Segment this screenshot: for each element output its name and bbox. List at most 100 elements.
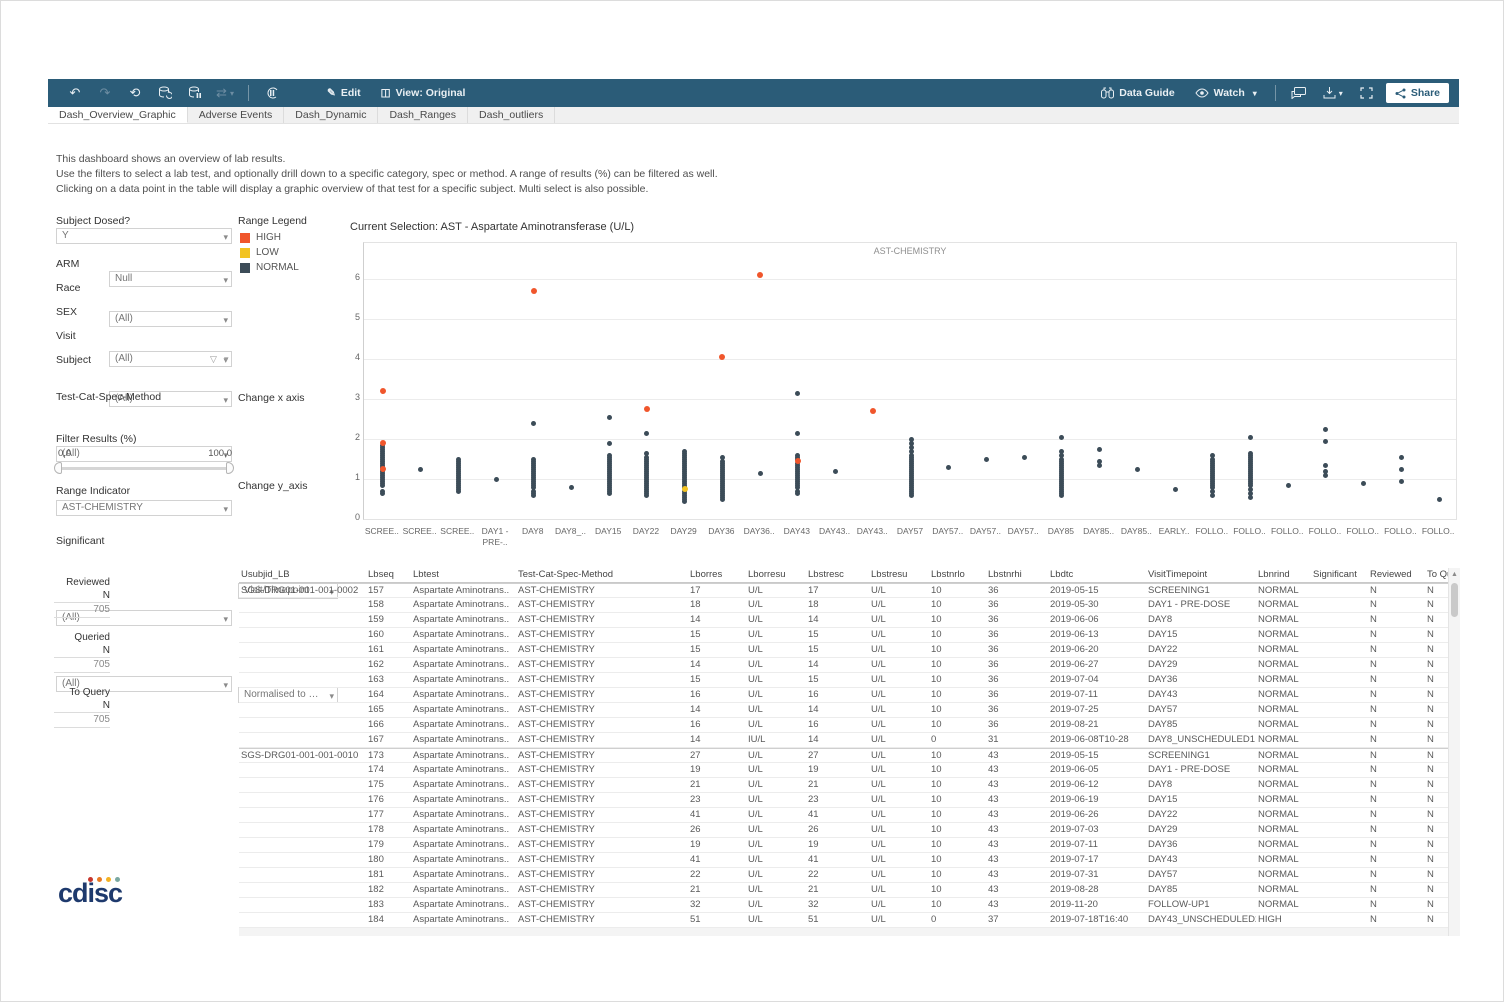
table-cell[interactable]: AST-CHEMISTRY	[516, 898, 688, 912]
data-point-normal[interactable]	[1286, 483, 1291, 488]
table-cell[interactable]: N	[1425, 673, 1448, 687]
data-guide-button[interactable]: Data Guide	[1101, 87, 1174, 99]
table-cell[interactable]: N	[1425, 808, 1448, 822]
data-point-normal[interactable]	[1097, 459, 1102, 464]
x-tick[interactable]: DAY1 - PRE-..	[476, 526, 514, 548]
column-header-significant[interactable]: Significant	[1311, 568, 1368, 582]
table-cell[interactable]	[1311, 643, 1368, 657]
table-cell[interactable]: 183	[366, 898, 411, 912]
data-point-normal[interactable]	[607, 441, 612, 446]
table-cell[interactable]: SCREENING1	[1146, 584, 1256, 597]
table-cell[interactable]: 14	[806, 613, 869, 627]
data-point-normal[interactable]	[1361, 481, 1366, 486]
table-cell[interactable]: 167	[366, 733, 411, 747]
data-point-normal[interactable]	[607, 453, 612, 458]
table-cell[interactable]: 181	[366, 868, 411, 882]
table-cell[interactable]: N	[1368, 749, 1425, 762]
counter-value[interactable]: 705	[54, 713, 110, 728]
table-cell[interactable]: 37	[986, 913, 1048, 927]
table-cell[interactable]: Aspartate Aminotrans..	[411, 793, 516, 807]
data-point-normal[interactable]	[1323, 463, 1328, 468]
table-cell[interactable]: IU/L	[746, 733, 806, 747]
table-cell[interactable]: 14	[806, 703, 869, 717]
table-cell[interactable]: N	[1425, 913, 1448, 927]
table-cell[interactable]: Aspartate Aminotrans..	[411, 703, 516, 717]
table-cell[interactable]: AST-CHEMISTRY	[516, 838, 688, 852]
table-cell[interactable]: 21	[688, 883, 746, 897]
table-cell[interactable]: DAY8	[1146, 613, 1256, 627]
table-cell[interactable]: N	[1425, 584, 1448, 597]
table-row[interactable]: 178Aspartate Aminotrans..AST-CHEMISTRY26…	[239, 823, 1448, 838]
table-cell[interactable]: 43	[986, 778, 1048, 792]
table-cell[interactable]: 10	[929, 868, 986, 882]
table-cell[interactable]: U/L	[746, 598, 806, 612]
table-cell[interactable]: 36	[986, 628, 1048, 642]
table-cell[interactable]: 36	[986, 598, 1048, 612]
table-cell[interactable]: DAY36	[1146, 838, 1256, 852]
table-cell[interactable]: 14	[688, 703, 746, 717]
table-cell[interactable]: N	[1368, 584, 1425, 597]
table-cell[interactable]: N	[1425, 838, 1448, 852]
table-cell[interactable]: DAY57	[1146, 703, 1256, 717]
data-point-high[interactable]	[380, 440, 386, 446]
table-cell[interactable]: N	[1425, 823, 1448, 837]
column-header-visittimepoint[interactable]: VisitTimepoint	[1146, 568, 1256, 582]
data-point-normal[interactable]	[531, 421, 536, 426]
table-cell[interactable]: DAY57	[1146, 868, 1256, 882]
table-cell[interactable]: 2019-06-13	[1048, 628, 1146, 642]
table-cell[interactable]: NORMAL	[1256, 658, 1311, 672]
data-point-normal[interactable]	[833, 469, 838, 474]
data-point-low[interactable]	[682, 486, 688, 492]
table-row[interactable]: 174Aspartate Aminotrans..AST-CHEMISTRY19…	[239, 763, 1448, 778]
table-cell[interactable]: 2019-06-06	[1048, 613, 1146, 627]
table-cell[interactable]	[1311, 749, 1368, 762]
table-cell[interactable]: 10	[929, 598, 986, 612]
data-point-high[interactable]	[795, 458, 801, 464]
table-cell[interactable]	[1311, 883, 1368, 897]
table-cell[interactable]: N	[1368, 643, 1425, 657]
table-cell[interactable]: U/L	[746, 868, 806, 882]
table-cell[interactable]: 18	[688, 598, 746, 612]
table-cell[interactable]: Aspartate Aminotrans..	[411, 688, 516, 702]
table-cell[interactable]: 164	[366, 688, 411, 702]
table-cell[interactable]: U/L	[869, 778, 929, 792]
table-cell[interactable]: 15	[688, 673, 746, 687]
table-cell[interactable]: 10	[929, 808, 986, 822]
table-cell[interactable]: N	[1368, 688, 1425, 702]
table-cell[interactable]: Aspartate Aminotrans..	[411, 613, 516, 627]
data-point-normal[interactable]	[644, 451, 649, 456]
x-tick[interactable]: DAY36	[703, 526, 741, 537]
data-point-normal[interactable]	[531, 457, 536, 462]
table-cell[interactable]	[1311, 628, 1368, 642]
x-tick[interactable]: FOLLO..	[1344, 526, 1382, 537]
table-cell[interactable]: DAY1 - PRE-DOSE	[1146, 598, 1256, 612]
table-cell[interactable]: 23	[806, 793, 869, 807]
table-cell[interactable]: Aspartate Aminotrans..	[411, 643, 516, 657]
table-cell[interactable]: AST-CHEMISTRY	[516, 853, 688, 867]
data-point-normal[interactable]	[1059, 435, 1064, 440]
table-cell[interactable]	[1311, 778, 1368, 792]
x-tick[interactable]: SCREE..	[363, 526, 401, 537]
data-point-normal[interactable]	[682, 449, 687, 454]
table-cell[interactable]: 163	[366, 673, 411, 687]
table-cell[interactable]: 14	[806, 733, 869, 747]
table-cell[interactable]: FOLLOW-UP1	[1146, 898, 1256, 912]
table-cell[interactable]: 2019-07-17	[1048, 853, 1146, 867]
view-original-button[interactable]: ◫View: Original	[381, 87, 466, 99]
table-cell[interactable]: DAY43	[1146, 853, 1256, 867]
table-cell[interactable]: 43	[986, 853, 1048, 867]
table-cell[interactable]: U/L	[746, 823, 806, 837]
table-cell[interactable]: N	[1425, 853, 1448, 867]
table-cell[interactable]: U/L	[869, 658, 929, 672]
data-point-normal[interactable]	[1323, 469, 1328, 474]
table-cell[interactable]: NORMAL	[1256, 733, 1311, 747]
table-cell[interactable]: Aspartate Aminotrans..	[411, 868, 516, 882]
table-cell[interactable]: 161	[366, 643, 411, 657]
table-cell[interactable]: Aspartate Aminotrans..	[411, 763, 516, 777]
table-cell[interactable]: 32	[806, 898, 869, 912]
data-point-normal[interactable]	[795, 391, 800, 396]
data-point-normal[interactable]	[1399, 479, 1404, 484]
table-cell[interactable]: U/L	[746, 628, 806, 642]
table-row[interactable]: 177Aspartate Aminotrans..AST-CHEMISTRY41…	[239, 808, 1448, 823]
table-cell[interactable]: NORMAL	[1256, 808, 1311, 822]
